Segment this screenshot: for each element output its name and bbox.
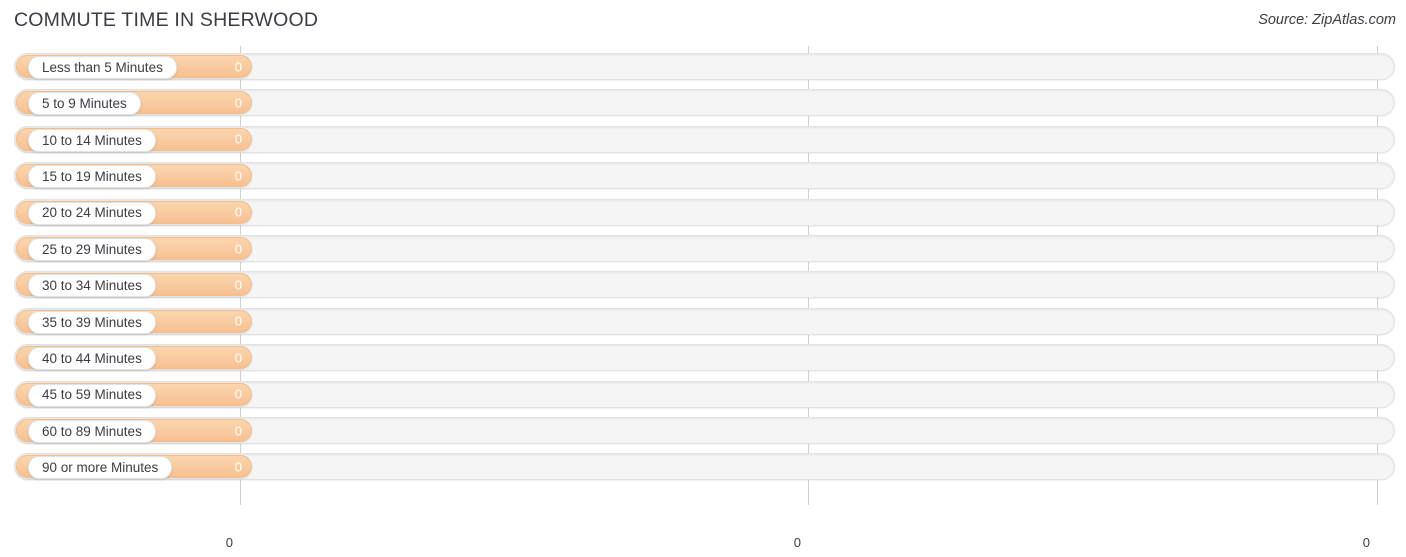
category-label-pill: Less than 5 Minutes [28, 56, 177, 79]
bar-value-label: 0 [234, 131, 242, 147]
category-label-text: 25 to 29 Minutes [42, 241, 142, 257]
category-label-text: 90 or more Minutes [42, 460, 159, 476]
category-label-text: 35 to 39 Minutes [42, 314, 142, 330]
bar-row: 0 45 to 59 Minutes [14, 380, 1395, 408]
bar-row: 0 35 to 39 Minutes [14, 307, 1395, 335]
bar-value-label: 0 [234, 168, 242, 184]
source-attribution: Source: ZipAtlas.com [1258, 12, 1396, 28]
bar-row: 0 10 to 14 Minutes [14, 125, 1395, 153]
chart-header: COMMUTE TIME IN SHERWOOD Source: ZipAtla… [0, 0, 1406, 46]
bar-row: 0 60 to 89 Minutes [14, 417, 1395, 444]
category-label-pill: 5 to 9 Minutes [28, 92, 141, 116]
bar-value-label: 0 [234, 386, 242, 402]
bar-value-label: 0 [234, 277, 242, 293]
bar-row: 0 40 to 44 Minutes [14, 344, 1395, 372]
category-label-text: 5 to 9 Minutes [42, 96, 127, 112]
category-label-pill: 35 to 39 Minutes [28, 310, 156, 334]
bar-value-label: 0 [234, 204, 242, 220]
category-label-pill: 25 to 29 Minutes [28, 238, 156, 261]
bar-value-label: 0 [234, 59, 242, 74]
chart-plot-area: 0 Less than 5 Minutes 0 5 to 9 Minutes 0 10 t… [0, 46, 1406, 550]
category-label-pill: 20 to 24 Minutes [28, 201, 156, 225]
category-label-pill: 90 or more Minutes [28, 456, 173, 480]
category-label-pill: 15 to 19 Minutes [28, 165, 156, 189]
category-label-text: 10 to 14 Minutes [42, 132, 142, 148]
x-axis-tick-2: 0 [1362, 535, 1370, 550]
category-label-pill: 45 to 59 Minutes [28, 383, 156, 407]
category-label-text: 30 to 34 Minutes [42, 278, 142, 294]
bar-row: 0 Less than 5 Minutes [14, 53, 1395, 80]
bar-row: 0 5 to 9 Minutes [14, 89, 1395, 117]
bar-value-label: 0 [234, 350, 242, 366]
category-label-text: 40 to 44 Minutes [42, 350, 142, 366]
x-axis-tick-labels: 0 0 0 [0, 535, 1406, 557]
bar-value-label: 0 [234, 423, 242, 438]
x-axis-tick-0: 0 [225, 535, 233, 550]
category-label-pill: 10 to 14 Minutes [28, 128, 156, 152]
bar-value-label: 0 [234, 95, 242, 111]
bar-row: 0 25 to 29 Minutes [14, 235, 1395, 262]
category-label-pill: 30 to 34 Minutes [28, 274, 156, 298]
bar-row: 0 30 to 34 Minutes [14, 271, 1395, 299]
bar-value-label: 0 [234, 313, 242, 329]
bar-row: 0 15 to 19 Minutes [14, 162, 1395, 190]
bar-value-label: 0 [234, 241, 242, 256]
x-axis-tick-1: 0 [793, 535, 801, 550]
category-label-text: 60 to 89 Minutes [42, 423, 142, 439]
bar-row: 0 20 to 24 Minutes [14, 198, 1395, 226]
category-label-text: 15 to 19 Minutes [42, 168, 142, 184]
bar-value-label: 0 [234, 459, 242, 475]
category-label-pill: 40 to 44 Minutes [28, 347, 156, 371]
category-label-text: 45 to 59 Minutes [42, 387, 142, 403]
category-label-text: Less than 5 Minutes [42, 59, 163, 75]
category-label-text: 20 to 24 Minutes [42, 205, 142, 221]
bar-row: 0 90 or more Minutes [14, 453, 1395, 481]
page-title: COMMUTE TIME IN SHERWOOD [14, 9, 319, 31]
category-label-pill: 60 to 89 Minutes [28, 420, 156, 443]
